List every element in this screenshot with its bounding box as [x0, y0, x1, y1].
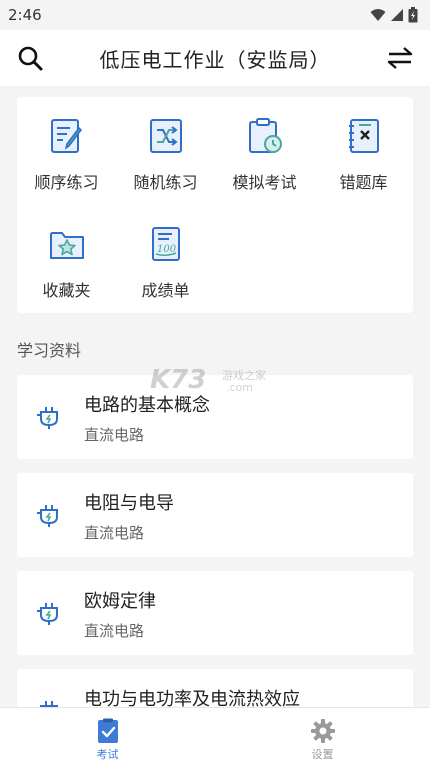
bottom-nav: 考试 设置	[0, 707, 430, 764]
search-icon[interactable]	[16, 44, 44, 72]
menu-random-practice[interactable]: 随机练习	[116, 97, 215, 205]
list-item-title: 电路的基本概念	[84, 395, 210, 416]
menu-score-sheet[interactable]: 100 成绩单	[116, 205, 215, 313]
menu-mock-exam[interactable]: 模拟考试	[215, 97, 314, 205]
menu-label: 错题库	[339, 173, 388, 192]
clipboard-clock-icon	[248, 118, 282, 153]
menu-favorites[interactable]: 收藏夹	[17, 205, 116, 313]
menu-sequential-practice[interactable]: 顺序练习	[17, 97, 116, 205]
app-bar: 低压电工作业（安监局）	[0, 30, 430, 86]
nav-exam[interactable]: 考试	[0, 708, 215, 764]
status-bar: 2:46	[0, 0, 430, 30]
plug-icon	[37, 407, 58, 429]
switch-icon[interactable]	[386, 44, 414, 72]
star-folder-icon	[49, 232, 84, 259]
list-item[interactable]: 电路的基本概念 直流电路	[17, 375, 413, 459]
exam-icon	[97, 718, 118, 743]
menu-label: 成绩单	[141, 281, 190, 300]
score-sheet-icon: 100	[151, 227, 180, 261]
nav-label: 设置	[311, 748, 334, 761]
list-item-title: 欧姆定律	[84, 591, 156, 612]
wrong-notebook-icon	[348, 119, 379, 153]
list-item-subtitle: 直流电路	[84, 524, 145, 542]
plug-icon	[37, 505, 58, 527]
list-item-subtitle: 直流电路	[84, 426, 145, 444]
list-item[interactable]: 电阻与电导 直流电路	[17, 473, 413, 557]
page-title: 低压电工作业（安监局）	[99, 47, 331, 72]
feature-grid: 顺序练习 随机练习 模拟考试 错题库 收藏夹 100 成绩单	[17, 97, 413, 313]
shuffle-icon	[149, 119, 182, 153]
section-title: 学习资料	[17, 341, 82, 360]
battery-icon	[408, 7, 418, 23]
list-item-title: 电阻与电导	[84, 493, 174, 514]
plug-icon	[37, 603, 58, 625]
list-item-subtitle: 直流电路	[84, 622, 145, 640]
wifi-icon	[370, 9, 386, 21]
menu-label: 顺序练习	[34, 173, 99, 192]
gear-icon	[310, 719, 335, 743]
status-icons	[370, 7, 418, 23]
list-item[interactable]: 欧姆定律 直流电路	[17, 571, 413, 655]
status-time: 2:46	[8, 6, 42, 24]
nav-label: 考试	[96, 748, 119, 761]
menu-label: 模拟考试	[232, 173, 297, 192]
menu-label: 收藏夹	[42, 281, 91, 300]
nav-settings[interactable]: 设置	[215, 708, 430, 764]
edit-note-icon	[50, 119, 82, 153]
menu-label: 随机练习	[133, 173, 198, 192]
signal-icon	[391, 9, 403, 21]
menu-wrong-questions[interactable]: 错题库	[314, 97, 413, 205]
